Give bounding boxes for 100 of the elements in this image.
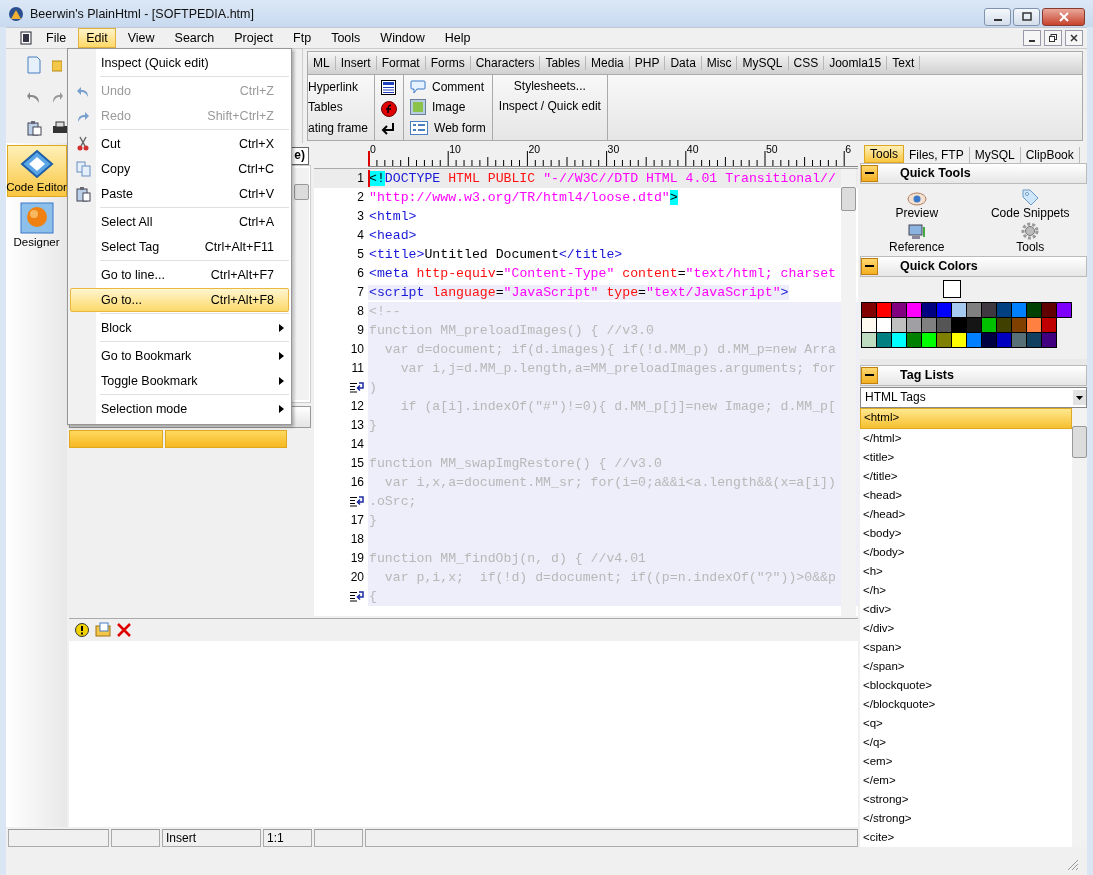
scrollbar[interactable] bbox=[294, 167, 309, 400]
ribbon-tab[interactable]: Text bbox=[887, 56, 921, 71]
speech-bubble-icon[interactable] bbox=[410, 79, 427, 94]
color-swatch[interactable] bbox=[997, 302, 1012, 318]
tag-item[interactable]: <cite> bbox=[860, 827, 1072, 847]
snippets-button[interactable]: Code Snippets bbox=[973, 185, 1087, 220]
menu-item[interactable]: Block bbox=[70, 316, 289, 340]
menu-item[interactable]: Toggle Bookmark bbox=[70, 369, 289, 393]
tag-item[interactable]: </q> bbox=[860, 732, 1072, 752]
collapse-button[interactable] bbox=[861, 164, 878, 182]
menu-item[interactable]: Go to Bookmark bbox=[70, 344, 289, 368]
ribbon-tab[interactable]: Media bbox=[586, 56, 630, 71]
close-button[interactable] bbox=[1065, 30, 1083, 47]
tag-item[interactable]: <html> bbox=[860, 407, 1072, 429]
ribbon-tab[interactable]: Misc bbox=[701, 56, 738, 71]
ribbon-command[interactable]: Comment bbox=[432, 79, 485, 94]
tag-item[interactable]: <body> bbox=[860, 523, 1072, 543]
ribbon-command[interactable]: Tables bbox=[308, 100, 343, 115]
ribbon-tab[interactable]: Forms bbox=[425, 56, 471, 71]
ribbon-tab[interactable]: MySQL bbox=[737, 56, 789, 71]
code-editor-button[interactable]: Code Editor bbox=[6, 144, 67, 197]
clipboard-icon[interactable] bbox=[26, 119, 42, 136]
reference-button[interactable]: Reference bbox=[860, 219, 974, 254]
ribbon-tab[interactable]: CSS bbox=[788, 56, 825, 71]
tag-item[interactable]: <blockquote> bbox=[860, 675, 1072, 695]
tag-item[interactable]: </head> bbox=[860, 504, 1072, 524]
tag-item[interactable]: </body> bbox=[860, 542, 1072, 562]
document-icon[interactable] bbox=[20, 31, 32, 46]
color-swatch[interactable] bbox=[1027, 302, 1042, 318]
clear-icon[interactable] bbox=[117, 622, 131, 637]
color-swatch[interactable] bbox=[1012, 302, 1027, 318]
tag-list-dropdown[interactable]: HTML Tags bbox=[860, 386, 1087, 408]
form-icon[interactable] bbox=[410, 121, 429, 135]
ribbon-tab[interactable]: Joomla15 bbox=[824, 56, 888, 71]
printer-icon[interactable] bbox=[52, 120, 68, 135]
ribbon-tab[interactable]: PHP bbox=[629, 56, 666, 71]
color-swatch[interactable] bbox=[1042, 302, 1057, 318]
menu-item[interactable]: Search bbox=[166, 28, 223, 49]
ribbon-tab[interactable]: ML bbox=[308, 56, 336, 71]
menu-item[interactable]: Cut Ctrl+X bbox=[70, 132, 289, 156]
menu-item[interactable]: Window bbox=[372, 28, 433, 49]
menu-item[interactable]: Edit bbox=[78, 28, 116, 49]
flash-icon[interactable] bbox=[381, 100, 398, 117]
ribbon-tab[interactable]: Insert bbox=[335, 56, 377, 71]
ribbon-tab[interactable]: Data bbox=[665, 56, 702, 71]
menu-item[interactable]: View bbox=[119, 28, 163, 49]
tag-item[interactable]: <div> bbox=[860, 599, 1072, 619]
close-button[interactable] bbox=[1042, 8, 1085, 26]
menu-item[interactable]: Select All Ctrl+A bbox=[70, 210, 289, 234]
collapse-button[interactable] bbox=[861, 366, 878, 384]
tag-item[interactable]: </span> bbox=[860, 656, 1072, 676]
color-swatch[interactable] bbox=[907, 302, 922, 318]
menu-item[interactable]: Go to line... Ctrl+Alt+F7 bbox=[70, 263, 289, 287]
ribbon-command[interactable]: ating frame bbox=[308, 120, 369, 135]
color-swatch[interactable] bbox=[877, 302, 892, 318]
line-break-icon[interactable] bbox=[381, 122, 396, 135]
list-icon[interactable] bbox=[381, 80, 397, 95]
image-icon[interactable] bbox=[410, 99, 427, 116]
tag-item[interactable]: <title> bbox=[860, 447, 1072, 467]
tag-item[interactable]: </blockquote> bbox=[860, 694, 1072, 714]
panel-tab[interactable]: Files, FTP bbox=[904, 146, 970, 163]
menu-item[interactable]: Project bbox=[226, 28, 282, 49]
color-swatch[interactable] bbox=[982, 302, 997, 318]
color-swatch[interactable] bbox=[1057, 302, 1072, 318]
maximize-button[interactable] bbox=[1013, 8, 1040, 26]
current-color-swatch[interactable] bbox=[943, 279, 961, 298]
tools-button[interactable]: Tools bbox=[973, 219, 1087, 254]
tag-item[interactable]: </title> bbox=[860, 466, 1072, 486]
warning-icon[interactable] bbox=[75, 622, 89, 637]
minimize-button[interactable] bbox=[1023, 30, 1041, 47]
menu-item[interactable]: Paste Ctrl+V bbox=[70, 182, 289, 206]
folder-icon[interactable] bbox=[52, 58, 62, 73]
collapse-button[interactable] bbox=[861, 257, 878, 275]
tag-item[interactable]: </html> bbox=[860, 428, 1072, 448]
menu-item[interactable]: Select Tag Ctrl+Alt+F11 bbox=[70, 235, 289, 259]
menu-item[interactable]: Go to... Ctrl+Alt+F8 bbox=[70, 288, 289, 312]
color-swatch[interactable] bbox=[937, 302, 952, 318]
color-swatch[interactable] bbox=[862, 302, 877, 318]
menu-item[interactable]: Tools bbox=[323, 28, 369, 49]
copy-log-icon[interactable] bbox=[95, 622, 111, 638]
menu-item[interactable]: File bbox=[38, 28, 75, 49]
menu-item[interactable]: Ftp bbox=[285, 28, 320, 49]
scrollbar[interactable] bbox=[841, 168, 856, 616]
menu-item[interactable]: Inspect (Quick edit) bbox=[70, 51, 289, 75]
tag-item[interactable]: <h> bbox=[860, 561, 1072, 581]
menu-item[interactable]: Help bbox=[436, 28, 479, 49]
panel-tab[interactable]: ClipBook bbox=[1020, 146, 1080, 163]
color-swatch[interactable] bbox=[922, 302, 937, 318]
menu-item[interactable]: Selection mode bbox=[70, 397, 289, 421]
resize-grip-icon[interactable] bbox=[1067, 859, 1079, 871]
panel-tab[interactable]: MySQL bbox=[969, 146, 1021, 163]
tag-item[interactable]: <span> bbox=[860, 637, 1072, 657]
ribbon-command[interactable]: Inspect / Quick edit bbox=[498, 99, 601, 114]
designer-button[interactable]: Designer bbox=[6, 198, 67, 251]
color-swatch[interactable] bbox=[952, 302, 967, 318]
scrollbar[interactable] bbox=[1072, 407, 1087, 847]
ribbon-tab[interactable]: Tables bbox=[540, 56, 587, 71]
restore-button[interactable] bbox=[1044, 30, 1062, 47]
ribbon-command[interactable]: Web form bbox=[434, 121, 486, 135]
color-swatch[interactable] bbox=[967, 302, 982, 318]
